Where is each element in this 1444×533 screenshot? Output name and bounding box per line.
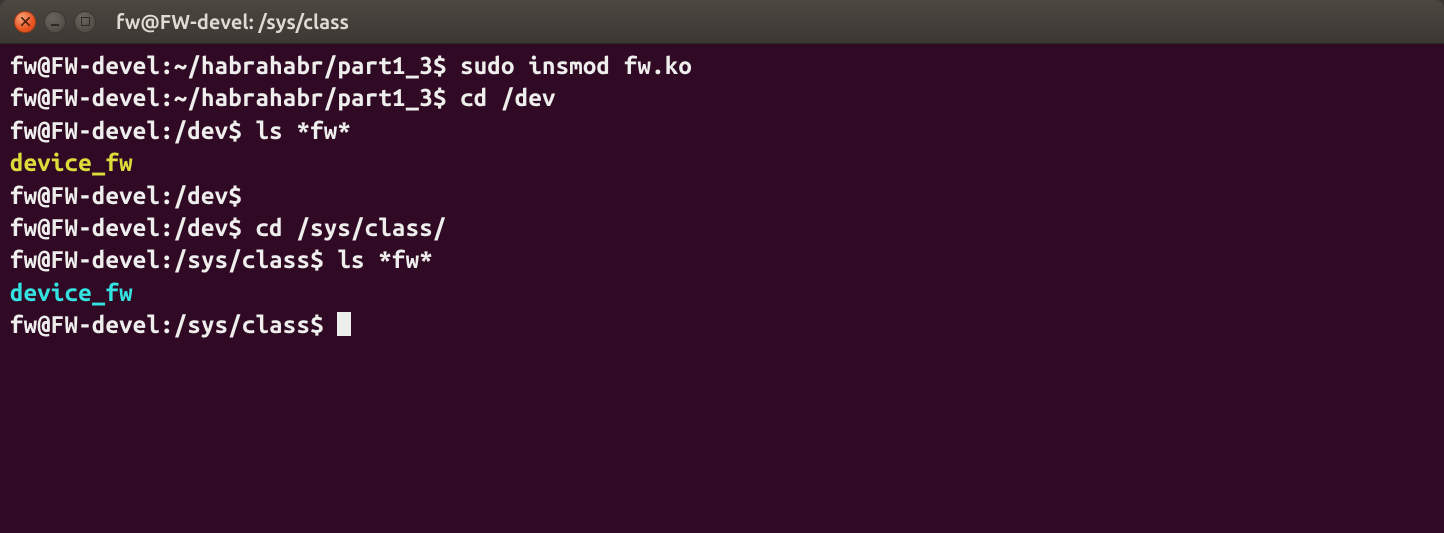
prompt-user: fw@FW-devel xyxy=(10,311,160,338)
prompt-user: fw@FW-devel xyxy=(10,52,160,79)
command-text: ls *fw* xyxy=(337,246,432,273)
prompt-user: fw@FW-devel xyxy=(10,182,160,209)
prompt-sep: : xyxy=(160,311,174,338)
prompt-path: ~/habrahabr/part1_3 xyxy=(174,52,433,79)
command-text: cd /dev xyxy=(460,84,555,111)
output-device-yellow: device_fw xyxy=(10,149,133,176)
terminal-line: fw@FW-devel:/dev$ ls *fw* xyxy=(10,115,1434,147)
command-text: sudo insmod fw.ko xyxy=(460,52,692,79)
prompt-sep: : xyxy=(160,182,174,209)
prompt-path: /sys/class xyxy=(174,311,310,338)
prompt-user: fw@FW-devel xyxy=(10,246,160,273)
minimize-icon[interactable] xyxy=(44,11,66,33)
terminal-line: fw@FW-devel:~/habrahabr/part1_3$ sudo in… xyxy=(10,50,1434,82)
close-icon[interactable] xyxy=(14,11,36,33)
prompt-dollar: $ xyxy=(433,84,447,111)
window-title: fw@FW-devel: /sys/class xyxy=(116,10,349,33)
terminal-output: device_fw xyxy=(10,147,1434,179)
terminal-line: fw@FW-devel:/sys/class$ xyxy=(10,309,1434,341)
prompt-dollar: $ xyxy=(433,52,447,79)
output-device-cyan: device_fw xyxy=(10,279,133,306)
maximize-icon[interactable] xyxy=(74,11,96,33)
prompt-user: fw@FW-devel xyxy=(10,117,160,144)
prompt-user: fw@FW-devel xyxy=(10,214,160,241)
prompt-path: /dev xyxy=(174,117,229,144)
titlebar[interactable]: fw@FW-devel: /sys/class xyxy=(0,0,1444,44)
command-text: ls *fw* xyxy=(256,117,351,144)
prompt-dollar: $ xyxy=(310,246,324,273)
prompt-user: fw@FW-devel xyxy=(10,84,160,111)
prompt-path: /dev xyxy=(174,214,229,241)
prompt-dollar: $ xyxy=(310,311,324,338)
prompt-path: ~/habrahabr/part1_3 xyxy=(174,84,433,111)
prompt-path: /dev xyxy=(174,182,229,209)
prompt-path: /sys/class xyxy=(174,246,310,273)
terminal-line: fw@FW-devel:/dev$ xyxy=(10,180,1434,212)
prompt-sep: : xyxy=(160,52,174,79)
terminal-line: fw@FW-devel:/sys/class$ ls *fw* xyxy=(10,244,1434,276)
prompt-sep: : xyxy=(160,117,174,144)
terminal-line: fw@FW-devel:/dev$ cd /sys/class/ xyxy=(10,212,1434,244)
command-text: cd /sys/class/ xyxy=(256,214,447,241)
terminal-line: fw@FW-devel:~/habrahabr/part1_3$ cd /dev xyxy=(10,82,1434,114)
terminal-output: device_fw xyxy=(10,277,1434,309)
prompt-dollar: $ xyxy=(228,117,242,144)
terminal-body[interactable]: fw@FW-devel:~/habrahabr/part1_3$ sudo in… xyxy=(0,44,1444,533)
terminal-window: fw@FW-devel: /sys/class fw@FW-devel:~/ha… xyxy=(0,0,1444,533)
prompt-dollar: $ xyxy=(228,214,242,241)
prompt-sep: : xyxy=(160,84,174,111)
cursor-block xyxy=(337,312,351,336)
prompt-sep: : xyxy=(160,246,174,273)
prompt-dollar: $ xyxy=(228,182,242,209)
prompt-sep: : xyxy=(160,214,174,241)
